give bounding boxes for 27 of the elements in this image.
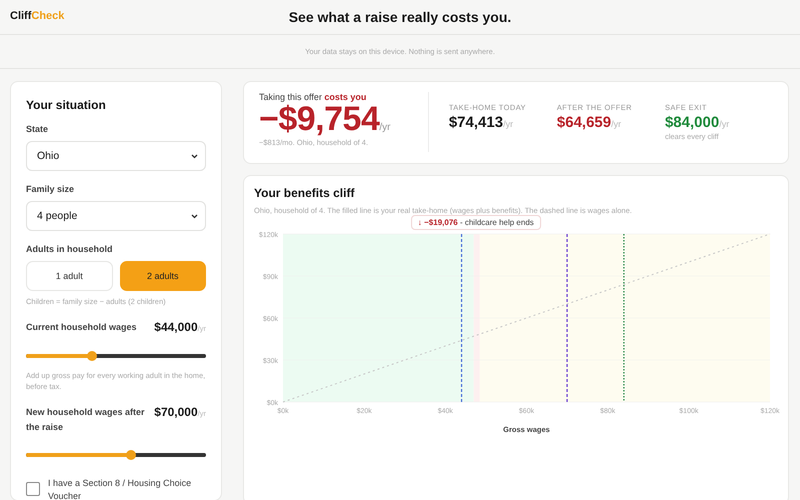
summary-lead: Taking this offer costs you <box>259 92 368 102</box>
stat-value: $84,000/yr <box>664 114 730 131</box>
card-title: Your benefits cliff <box>254 186 356 200</box>
voucher-checkbox[interactable] <box>26 482 40 496</box>
chevron-icon <box>191 154 198 158</box>
logo[interactable]: CliffCheck <box>10 10 64 22</box>
cliff-callout: ↓ −$19,076 - childcare help ends <box>410 215 541 230</box>
field-label: Current household wages <box>26 321 138 334</box>
page-headline: See what a raise really costs you. <box>288 9 512 25</box>
slider-thumb[interactable] <box>126 450 136 460</box>
adults-option[interactable]: 2 adults <box>120 261 206 291</box>
field-label: Adults in household <box>26 244 114 254</box>
checkbox-label: I have a Section 8 / Housing Choice Voucher <box>48 476 192 500</box>
field-label: State <box>26 124 50 134</box>
field-label: Family size <box>26 184 76 194</box>
stat-value: $64,659/yr <box>556 114 622 131</box>
slider-thumb[interactable] <box>87 350 98 361</box>
field-label: New household wages after the raise <box>26 406 146 434</box>
cost-amount: −$9,754/yr <box>259 102 392 138</box>
wage-slider[interactable] <box>26 452 206 457</box>
card-title: Your situation <box>26 98 107 112</box>
family-size-select[interactable]: 4 people <box>26 201 206 231</box>
wage-slider[interactable] <box>26 354 206 358</box>
chevron-icon <box>191 214 198 218</box>
adults-option[interactable]: 1 adult <box>26 261 112 291</box>
stat-value: $74,413/yr <box>448 114 514 131</box>
state-select[interactable]: Ohio <box>26 141 206 171</box>
